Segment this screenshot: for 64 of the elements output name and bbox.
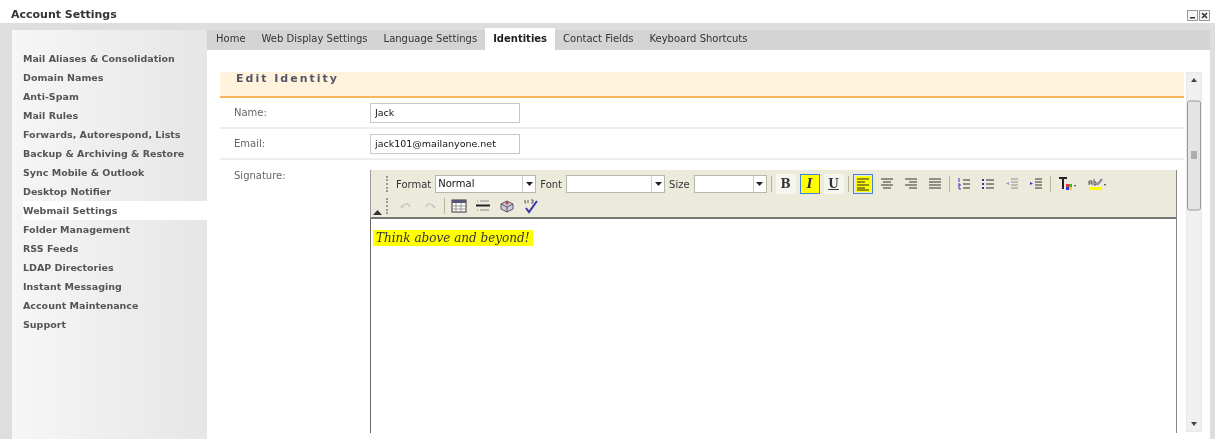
toolbar-grip[interactable] <box>386 198 390 214</box>
sidebar-item[interactable]: Anti-Spam <box>12 87 207 106</box>
window-title: Account Settings <box>11 8 117 23</box>
sidebar-item[interactable]: Domain Names <box>12 68 207 87</box>
sidebar-item[interactable]: Forwards, Autorespond, Lists <box>12 125 207 144</box>
sidebar-item[interactable]: Desktop Notifier <box>12 182 207 201</box>
field-label: Signature: <box>233 170 287 181</box>
dropdown-arrow-icon <box>756 182 764 186</box>
justify-icon <box>926 176 943 192</box>
dropdown[interactable] <box>693 175 767 193</box>
dropdown[interactable]: Normal <box>435 175 537 193</box>
combo-label: Format <box>396 178 432 190</box>
tab[interactable]: Identities <box>485 28 556 50</box>
table-button[interactable] <box>449 196 469 216</box>
combo-label: Font <box>540 178 563 190</box>
table-icon <box>451 198 467 214</box>
numbered-list-icon <box>955 176 972 192</box>
text-color-icon <box>1058 176 1078 192</box>
section-header: Edit Identity <box>220 72 1184 98</box>
dropdown-arrow-icon <box>525 182 533 186</box>
combo-label: Size <box>669 178 690 190</box>
minimize-button[interactable] <box>1187 10 1198 21</box>
sidebar-item[interactable]: Sync Mobile & Outlook <box>12 163 207 182</box>
sidebar-item[interactable]: Account Maintenance <box>12 296 207 315</box>
tab[interactable]: Keyboard Shortcuts <box>641 28 756 50</box>
indent-icon <box>1027 176 1044 192</box>
sidebar-item[interactable]: LDAP Directories <box>12 258 207 277</box>
tab[interactable]: Web Display Settings <box>253 28 376 50</box>
align-right-icon <box>902 176 919 192</box>
highlight-color-icon <box>1088 176 1108 192</box>
tab[interactable]: Contact Fields <box>555 28 642 50</box>
sidebar-item[interactable]: Support <box>12 315 207 334</box>
sidebar-item[interactable]: RSS Feeds <box>12 239 207 258</box>
dropdown[interactable] <box>566 175 666 193</box>
cube-icon <box>499 198 515 214</box>
tab[interactable]: Home <box>208 28 254 50</box>
format-button[interactable]: U <box>823 174 844 194</box>
editor-body[interactable]: Think above and beyond! <box>370 219 1176 433</box>
signature-text: Think above and beyond! <box>373 230 533 246</box>
sidebar-item[interactable]: Backup & Archiving & Restore <box>12 144 207 163</box>
text-field[interactable]: jack101@mailanyone.net <box>370 133 520 154</box>
field-label: Name: <box>233 107 268 118</box>
align-left-icon <box>854 176 871 192</box>
sidebar-item[interactable]: Mail Rules <box>12 106 207 125</box>
sidebar-item[interactable]: Webmail Settings <box>23 201 207 220</box>
scrollbar[interactable] <box>1186 72 1202 432</box>
outdent-icon <box>1003 176 1020 192</box>
tab[interactable]: Language Settings <box>375 28 486 50</box>
bullet-list-icon <box>979 176 996 192</box>
format-button[interactable]: I <box>799 174 820 194</box>
sidebar-item[interactable]: Folder Management <box>12 220 207 239</box>
toolbar-grip[interactable] <box>386 176 390 192</box>
sidebar-item[interactable]: Instant Messaging <box>12 277 207 296</box>
collapse-icon[interactable] <box>373 209 382 215</box>
dropdown-arrow-icon <box>654 182 662 186</box>
text-field[interactable]: Jack <box>370 102 520 123</box>
align-left-button[interactable] <box>852 174 873 194</box>
horizontal-line-icon <box>475 198 491 214</box>
spell-check-button[interactable] <box>521 196 541 216</box>
field-label: Email: <box>233 138 267 149</box>
spell-check-icon <box>523 198 539 214</box>
align-center-icon <box>878 176 895 192</box>
sidebar-item[interactable]: Mail Aliases & Consolidation <box>12 49 207 68</box>
format-button[interactable]: B <box>775 174 796 194</box>
